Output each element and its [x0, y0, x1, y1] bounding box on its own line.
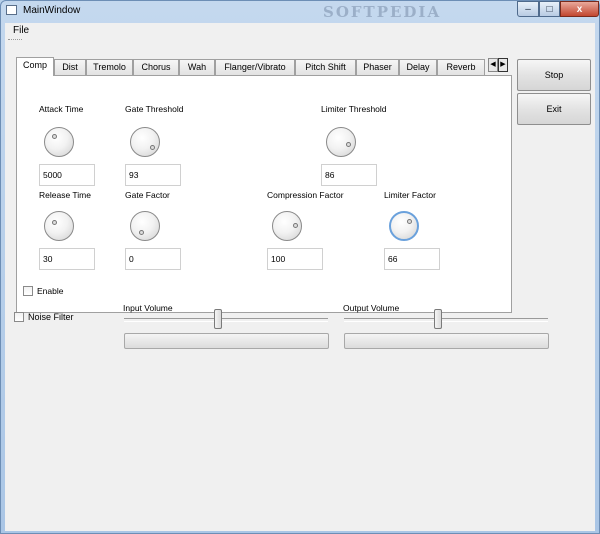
output-volume-label: Output Volume — [343, 303, 400, 313]
effects-tab-widget: Comp Dist Tremolo Chorus Wah Flanger/Vib… — [16, 57, 512, 313]
gate-factor-label: Gate Factor — [125, 190, 170, 200]
compression-factor-label: Compression Factor — [267, 190, 344, 200]
output-volume-meter — [344, 333, 549, 349]
limiter-threshold-label: Limiter Threshold — [321, 104, 387, 114]
tab-dist[interactable]: Dist — [54, 59, 86, 75]
noise-filter-label: Noise Filter — [28, 312, 74, 322]
maximize-icon: □ — [546, 3, 553, 15]
knob-indicator — [150, 145, 155, 150]
tab-wah[interactable]: Wah — [179, 59, 215, 75]
noise-filter-checkbox[interactable] — [14, 312, 24, 322]
knob-indicator — [52, 220, 57, 225]
limiter-threshold-field[interactable]: 86 — [321, 164, 377, 186]
attack-time-label: Attack Time — [39, 104, 84, 114]
release-time-label: Release Time — [39, 190, 91, 200]
maximize-button[interactable]: □ — [539, 1, 560, 17]
input-volume-label: Input Volume — [123, 303, 173, 313]
tab-scroll-right-icon[interactable]: ▶ — [498, 58, 508, 72]
stop-button[interactable]: Stop — [517, 59, 591, 91]
title-bar[interactable]: MainWindow SOFTPEDIA – □ x — [1, 1, 599, 21]
watermark: SOFTPEDIA — [323, 3, 442, 21]
input-volume-slider-handle[interactable] — [214, 309, 223, 329]
limiter-factor-knob[interactable] — [389, 211, 419, 241]
minimize-button[interactable]: – — [517, 1, 539, 17]
gate-factor-knob[interactable] — [130, 211, 160, 241]
tab-scroll-left-icon[interactable]: ◀ — [488, 58, 498, 72]
exit-button[interactable]: Exit — [517, 93, 591, 125]
enable-label: Enable — [37, 286, 64, 296]
gate-threshold-knob[interactable] — [130, 127, 160, 157]
gate-threshold-field[interactable]: 93 — [125, 164, 181, 186]
knob-indicator — [293, 223, 298, 228]
compression-factor-field[interactable]: 100 — [267, 248, 323, 270]
comp-pane: Attack Time 5000 Gate Threshold 93 Limit… — [16, 75, 512, 313]
gate-threshold-label: Gate Threshold — [125, 104, 184, 114]
knob-indicator — [346, 142, 351, 147]
output-volume-slider-handle[interactable] — [434, 309, 443, 329]
tab-reverb[interactable]: Reverb — [437, 59, 485, 75]
close-icon: x — [576, 3, 583, 15]
menu-bar: File — [5, 23, 595, 37]
limiter-factor-label: Limiter Factor — [384, 190, 436, 200]
release-time-knob[interactable] — [44, 211, 74, 241]
menu-file[interactable]: File — [13, 25, 29, 36]
attack-time-field[interactable]: 5000 — [39, 164, 95, 186]
enable-checkbox[interactable] — [23, 286, 33, 296]
tab-flanger-vibrato[interactable]: Flanger/Vibrato — [215, 59, 295, 75]
close-button[interactable]: x — [560, 1, 599, 17]
tab-chorus[interactable]: Chorus — [133, 59, 179, 75]
limiter-factor-field[interactable]: 66 — [384, 248, 440, 270]
minimize-icon: – — [525, 3, 531, 15]
knob-indicator — [407, 219, 412, 224]
main-window: MainWindow SOFTPEDIA – □ x File Comp Dis… — [0, 0, 600, 534]
tab-comp[interactable]: Comp — [16, 57, 54, 76]
client-area: File Comp Dist Tremolo Chorus Wah Flange… — [5, 23, 595, 531]
input-volume-track[interactable] — [124, 318, 328, 322]
app-icon — [6, 5, 17, 15]
toolbar-grip[interactable] — [8, 39, 22, 44]
release-time-field[interactable]: 30 — [39, 248, 95, 270]
tab-pitch-shift[interactable]: Pitch Shift — [295, 59, 356, 75]
input-volume-meter — [124, 333, 329, 349]
output-volume-track[interactable] — [344, 318, 548, 322]
tab-tremolo[interactable]: Tremolo — [86, 59, 133, 75]
window-title: MainWindow — [23, 5, 81, 16]
limiter-threshold-knob[interactable] — [326, 127, 356, 157]
compression-factor-knob[interactable] — [272, 211, 302, 241]
attack-time-knob[interactable] — [44, 127, 74, 157]
knob-indicator — [139, 230, 144, 235]
gate-factor-field[interactable]: 0 — [125, 248, 181, 270]
tab-phaser[interactable]: Phaser — [356, 59, 399, 75]
tab-delay[interactable]: Delay — [399, 59, 437, 75]
knob-indicator — [52, 134, 57, 139]
